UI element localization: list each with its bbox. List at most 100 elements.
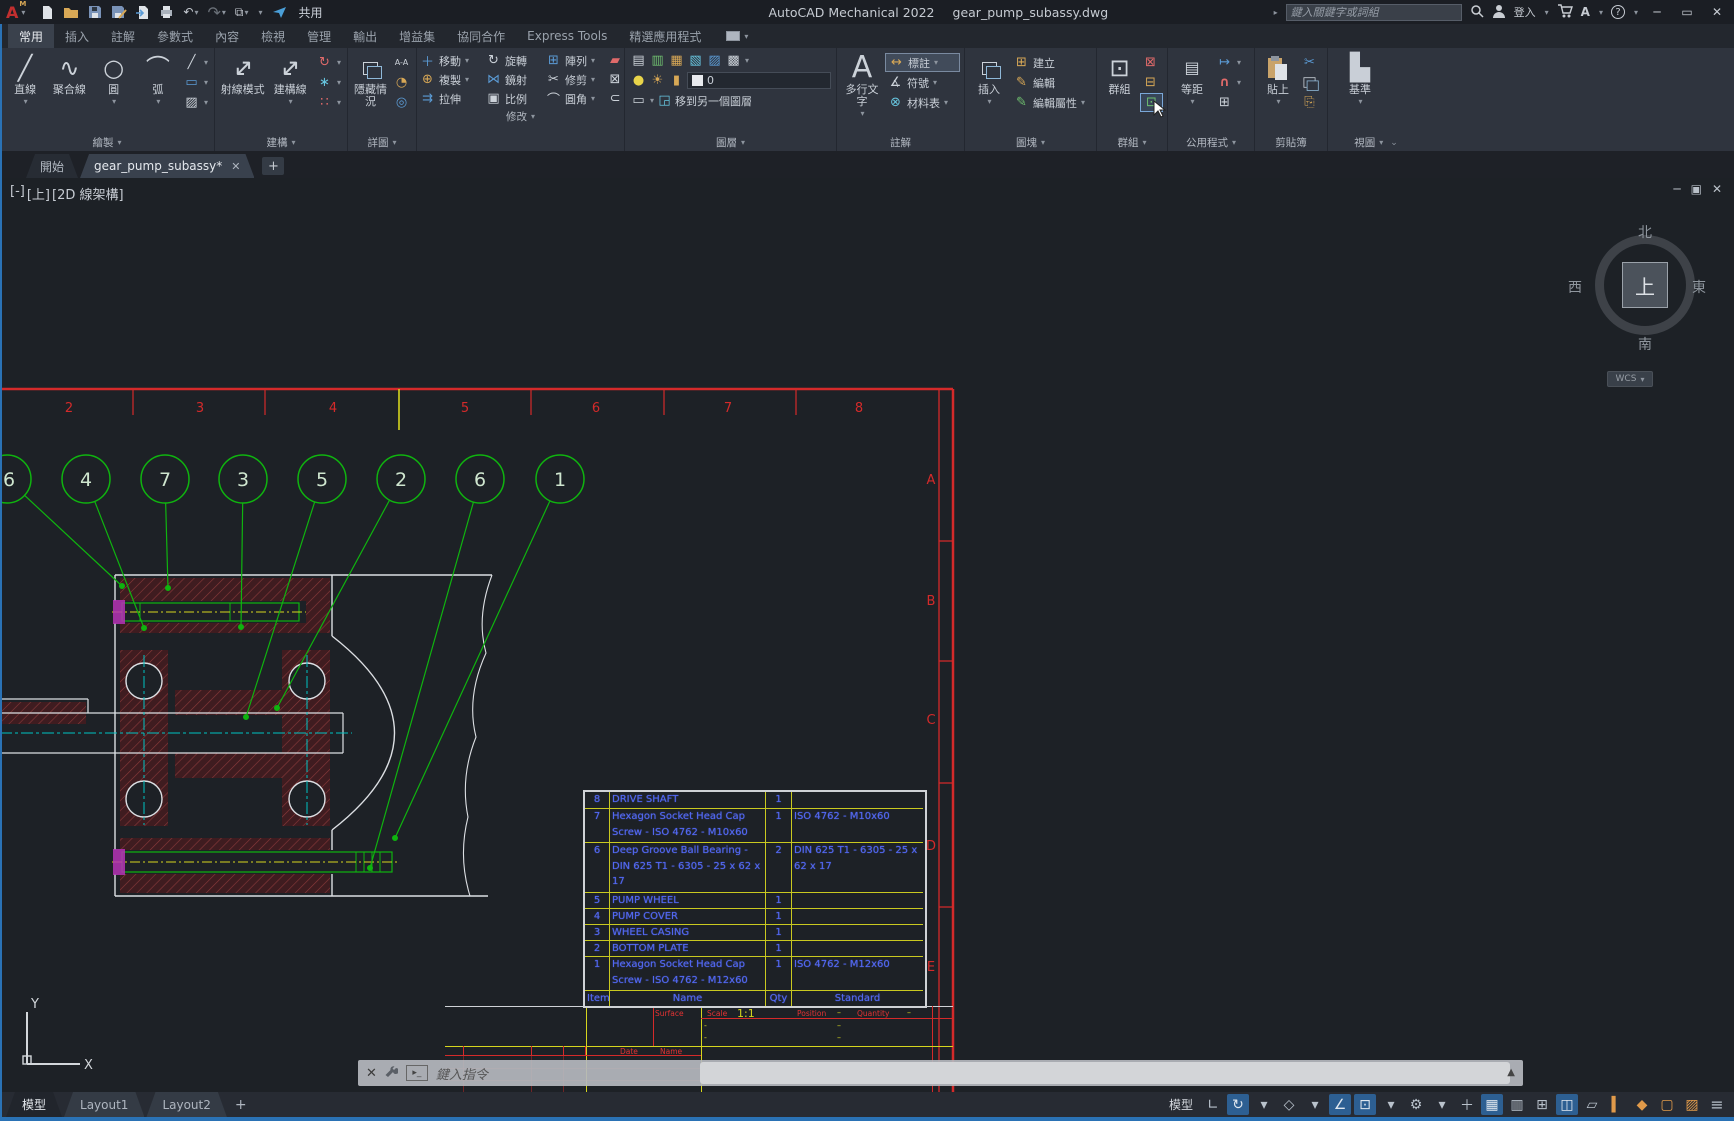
- array-button[interactable]: ⊞陣列▾: [543, 51, 605, 70]
- dashed-line-button[interactable]: ╱▾: [181, 53, 210, 72]
- ucs-icon[interactable]: Y X: [23, 997, 93, 1073]
- panel-group-label[interactable]: 群組▾: [1097, 134, 1167, 151]
- workspace-switching-icon[interactable]: ▱: [1581, 1094, 1603, 1115]
- arc-button[interactable]: ⌒弧▾: [137, 50, 179, 134]
- customize-wrench-icon[interactable]: [385, 1064, 398, 1083]
- power-snap-button[interactable]: ∩▾: [1214, 73, 1243, 92]
- quick-measure-button[interactable]: ↦▾: [1214, 53, 1243, 72]
- construction-line-button[interactable]: ↔建構線▾: [268, 50, 312, 134]
- new-drawing-tab-button[interactable]: +: [262, 157, 284, 175]
- fillet-button[interactable]: ⌒圓角▾: [543, 89, 605, 108]
- view-control-menu[interactable]: [上]: [27, 184, 50, 203]
- rotate-button[interactable]: ↻旋轉: [483, 51, 543, 70]
- close-button[interactable]: ✕: [1706, 5, 1728, 19]
- layer-state-icon[interactable]: ▥: [649, 53, 666, 69]
- drawing-canvas[interactable]: [-] [上] [2D 線架構] ─ ▣ ✕ 北 西 上 東 南 WCS▾: [0, 178, 1734, 1092]
- clean-screen-icon[interactable]: ▨: [1681, 1094, 1703, 1115]
- make-current-layer-icon[interactable]: ▭: [630, 93, 647, 109]
- edit-block-button[interactable]: ✎編輯: [1011, 73, 1092, 92]
- command-history-up-icon[interactable]: ▲: [1507, 1067, 1515, 1078]
- tab-view[interactable]: 檢視: [250, 24, 296, 48]
- selection-cycling-icon[interactable]: ▦: [1481, 1094, 1503, 1115]
- qat-customize-caret-icon[interactable]: ▾: [259, 3, 263, 21]
- command-close-icon[interactable]: ✕: [366, 1066, 377, 1081]
- command-prompt-text[interactable]: 鍵入指令: [436, 1064, 488, 1083]
- share-icon[interactable]: [272, 3, 287, 21]
- erase-button[interactable]: ▰: [605, 51, 625, 70]
- undo-icon[interactable]: ↶▾: [183, 3, 198, 21]
- rectangle-button[interactable]: ▭▾: [181, 73, 210, 92]
- layer-isolate-icon[interactable]: ▦: [668, 53, 685, 69]
- help-icon[interactable]: ?: [1611, 5, 1625, 19]
- app-store-cart-icon[interactable]: [1557, 3, 1573, 22]
- panel-annotation-label[interactable]: 註解: [837, 134, 964, 151]
- insert-block-button[interactable]: 插入▾: [969, 50, 1009, 134]
- trim-button[interactable]: ✂修剪▾: [543, 70, 605, 89]
- doc-restore-button[interactable]: ▣: [1691, 182, 1702, 196]
- circle-construction-button[interactable]: ↻▾: [314, 53, 343, 72]
- move-button[interactable]: ＋移動▾: [417, 51, 483, 70]
- viewcube-west-label[interactable]: 西: [1568, 277, 1582, 297]
- ribbon-display-toggle[interactable]: ▾: [726, 24, 748, 48]
- layout-tab-layout2[interactable]: Layout2: [146, 1092, 226, 1117]
- group-button[interactable]: ⊡群組: [1101, 50, 1138, 134]
- auto-construction-button[interactable]: ∗▾: [314, 73, 343, 92]
- tab-collaborate[interactable]: 協同合作: [446, 24, 516, 48]
- layer-off-icon[interactable]: ▩: [725, 53, 742, 69]
- grid-display-icon[interactable]: ∟: [1202, 1094, 1224, 1115]
- settings-gear-icon[interactable]: ⚙: [1405, 1094, 1427, 1115]
- move-to-layer-icon[interactable]: ◲: [656, 93, 673, 109]
- erase-construction-button[interactable]: ∷▾: [314, 93, 343, 112]
- open-file-icon[interactable]: [63, 3, 79, 21]
- move-to-layer-label[interactable]: 移到另一個圖層: [675, 93, 752, 109]
- autoscale-annotation-icon[interactable]: ⊞: [1531, 1094, 1553, 1115]
- command-input-field[interactable]: [700, 1062, 1510, 1084]
- panel-modify-label[interactable]: 修改▾: [417, 108, 624, 125]
- line-button[interactable]: ╱直線▾: [4, 50, 46, 134]
- viewcube-south-label[interactable]: 南: [1638, 334, 1652, 354]
- layer-on-bulb-icon[interactable]: ●: [630, 73, 647, 89]
- help-caret-icon[interactable]: ▾: [1634, 8, 1638, 17]
- redo-icon[interactable]: ↷▾: [207, 3, 225, 21]
- autodesk-logo-icon[interactable]: A: [1581, 5, 1590, 19]
- layer-properties-icon[interactable]: ▤: [630, 53, 647, 69]
- tab-addins[interactable]: 增益集: [388, 24, 446, 48]
- app-menu-button[interactable]: AM: [6, 3, 18, 22]
- stretch-button[interactable]: ⇉拉伸: [417, 89, 483, 108]
- settings-caret-icon[interactable]: ▾: [1431, 1094, 1453, 1115]
- autodesk-caret-icon[interactable]: ▾: [1599, 8, 1603, 17]
- copy-clip-button[interactable]: [1299, 73, 1320, 92]
- new-file-icon[interactable]: [41, 3, 54, 21]
- file-tab-close-icon[interactable]: ✕: [231, 160, 240, 173]
- doc-close-button[interactable]: ✕: [1712, 182, 1722, 196]
- layer-thaw-sun-icon[interactable]: ☀: [649, 73, 666, 89]
- search-input[interactable]: [1286, 4, 1462, 21]
- polyline-button[interactable]: ∿聚合線: [48, 50, 90, 134]
- signin-caret-icon[interactable]: ▾: [1545, 8, 1549, 17]
- parts-list-table[interactable]: 8 DRIVE SHAFT 1 7 Hexagon Socket Head Ca…: [583, 790, 927, 1008]
- tab-express-tools[interactable]: Express Tools: [516, 24, 618, 48]
- isometric-drafting-icon[interactable]: ◇: [1278, 1094, 1300, 1115]
- polar-tracking-icon[interactable]: ∠: [1329, 1094, 1351, 1115]
- tab-output[interactable]: 輸出: [342, 24, 388, 48]
- panel-detail-label[interactable]: 詳圖▾: [348, 134, 416, 151]
- panel-utilities-label[interactable]: 公用程式▾: [1168, 134, 1254, 151]
- command-line-bar[interactable]: ✕ ▸_ 鍵入指令 ▲: [358, 1060, 1523, 1086]
- viewcube-east-label[interactable]: 東: [1692, 277, 1706, 297]
- layer-tools-caret-icon[interactable]: ▾: [745, 56, 749, 65]
- panel-block-label[interactable]: 圖塊▾: [965, 134, 1096, 151]
- workspace-switch-icon[interactable]: ⧉▾: [235, 3, 249, 21]
- annotation-monitor-icon[interactable]: ▢: [1656, 1094, 1678, 1115]
- file-tab-start[interactable]: 開始: [26, 154, 78, 178]
- visual-style-control-menu[interactable]: [2D 線架構]: [52, 184, 124, 203]
- detail-scale-button[interactable]: ◔: [391, 73, 412, 92]
- share-label[interactable]: 共用: [299, 4, 323, 21]
- customization-menu-icon[interactable]: ≡: [1706, 1094, 1728, 1115]
- scale-button[interactable]: ▣比例: [483, 89, 543, 108]
- offset-button[interactable]: ⊂: [605, 89, 625, 108]
- make-current-caret-icon[interactable]: ▾: [650, 96, 654, 105]
- layer-lock-icon[interactable]: ▮: [668, 73, 685, 89]
- object-snap-icon[interactable]: ⊡: [1354, 1094, 1376, 1115]
- search-collapse-icon[interactable]: ▸: [1274, 8, 1278, 17]
- base-view-button[interactable]: ▙基準▾: [1332, 50, 1388, 134]
